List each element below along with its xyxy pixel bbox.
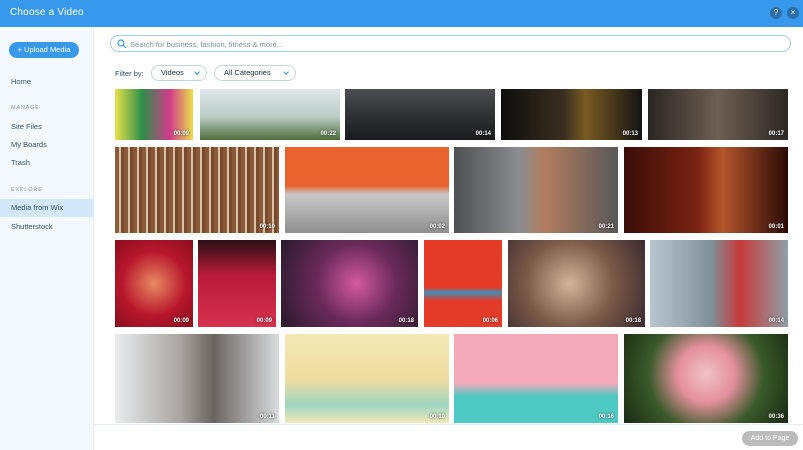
video-duration: 00:17 [768,131,784,137]
sidebar: + Upload Media Home MANAGE Site Files My… [0,27,94,450]
video-thumbnail[interactable]: 00:02 [285,147,449,233]
video-duration: 00:14 [768,318,784,324]
video-thumbnail[interactable]: 00:14 [650,240,788,327]
sidebar-item-home[interactable]: Home [0,73,94,91]
video-thumbnail[interactable]: 00:09 [198,240,276,327]
sidebar-item-trash[interactable]: Trash [0,154,94,172]
footer [94,424,803,450]
search-icon [117,39,127,49]
type-dropdown-value: Videos [161,68,184,77]
video-thumbnail[interactable]: 00:14 [345,89,495,140]
video-duration: 00:13 [622,131,638,137]
video-duration: 00:06 [482,318,498,324]
video-thumbnail[interactable]: 00:10 [115,147,279,233]
video-thumbnail[interactable]: 00:17 [648,89,788,140]
chevron-down-icon [283,69,289,75]
video-duration: 00:36 [768,414,784,420]
video-duration: 00:16 [598,414,614,420]
add-to-page-button[interactable]: Add to Page [742,431,798,446]
video-thumbnail[interactable]: 00:21 [454,147,618,233]
video-duration: 00:18 [625,318,641,324]
video-thumbnail[interactable]: 00:10 [285,334,449,423]
video-duration: 00:22 [320,131,336,137]
video-thumbnail[interactable]: 00:11 [115,334,279,423]
video-duration: 00:09 [173,131,189,137]
category-dropdown[interactable]: All Categories [214,65,296,81]
video-duration: 00:10 [259,224,275,230]
video-duration: 00:09 [173,318,189,324]
dialog-title: Choose a Video [10,7,84,18]
video-duration: 00:02 [429,224,445,230]
video-thumbnail[interactable]: 00:06 [424,240,502,327]
video-thumbnail[interactable]: 00:18 [281,240,418,327]
title-bar: Choose a Video ? × [0,0,803,27]
video-thumbnail[interactable]: 00:09 [115,240,193,327]
category-dropdown-value: All Categories [224,68,271,77]
video-duration: 00:14 [475,131,491,137]
video-thumbnail[interactable]: 00:18 [508,240,645,327]
sidebar-item-shutterstock[interactable]: Shutterstock [0,218,94,236]
search-input[interactable]: Search for business, fashion, fitness & … [110,35,791,52]
type-dropdown[interactable]: Videos [151,65,207,81]
upload-media-button[interactable]: + Upload Media [9,42,79,58]
manage-heading: MANAGE [11,105,40,111]
video-duration: 00:01 [768,224,784,230]
video-thumbnail[interactable]: 00:36 [624,334,788,423]
search-placeholder: Search for business, fashion, fitness & … [130,40,283,49]
video-duration: 00:18 [398,318,414,324]
video-thumbnail[interactable]: 00:09 [115,89,193,140]
video-duration: 00:11 [259,414,275,420]
video-thumbnail[interactable]: 00:01 [624,147,788,233]
video-thumbnail[interactable]: 00:22 [200,89,340,140]
explore-heading: EXPLORE [11,187,43,193]
filter-label: Filter by: [115,69,144,78]
video-thumbnail[interactable]: 00:16 [454,334,618,423]
sidebar-item-my-boards[interactable]: My Boards [0,136,94,154]
video-duration: 00:09 [256,318,272,324]
sidebar-item-media-from-wix[interactable]: Media from Wix [0,199,94,217]
video-duration: 00:10 [429,414,445,420]
video-duration: 00:21 [598,224,614,230]
close-button[interactable]: × [787,7,799,19]
video-thumbnail[interactable]: 00:13 [501,89,642,140]
sidebar-item-site-files[interactable]: Site Files [0,118,94,136]
chevron-down-icon [194,69,200,75]
help-button[interactable]: ? [770,7,782,19]
